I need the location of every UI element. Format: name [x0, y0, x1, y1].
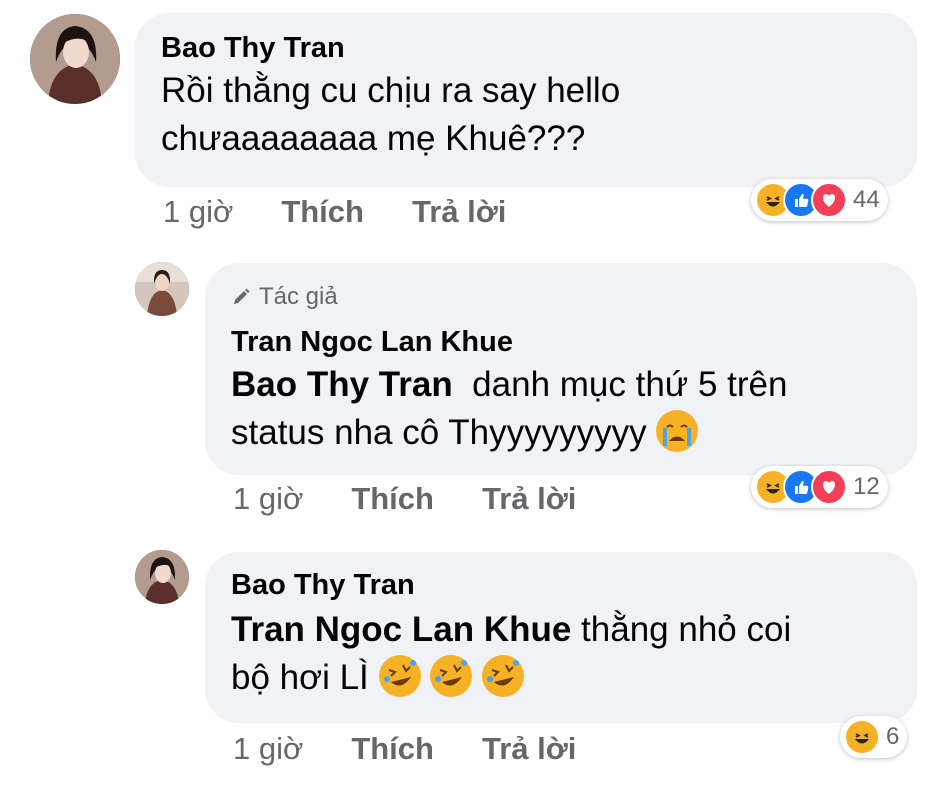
- like-button[interactable]: Thích: [351, 481, 434, 517]
- like-button[interactable]: Thích: [351, 731, 434, 767]
- comment-text: Bao Thy Tran danh mục thứ 5 trên status …: [231, 361, 891, 457]
- avatar[interactable]: [135, 550, 189, 604]
- comment-bubble: Tác giả Tran Ngoc Lan Khue Bao Thy Tran …: [205, 263, 917, 475]
- avatar-photo: [30, 14, 120, 104]
- comment-actions: 1 giờ Thích Trả lời: [233, 731, 624, 767]
- comment-text-line: Bao Thy Tran danh mục thứ 5 trên: [231, 361, 891, 409]
- mention-link[interactable]: Tran Ngoc Lan Khue: [231, 610, 571, 649]
- comment-text-line: status nha cô Thyyyyyyyyy: [231, 409, 891, 457]
- comment-text: Tran Ngoc Lan Khue thằng nhỏ coi bộ hơi …: [231, 606, 891, 702]
- reply-button[interactable]: Trả lời: [482, 481, 576, 517]
- comment-bubble: Bao Thy Tran Tran Ngoc Lan Khue thằng nh…: [205, 552, 917, 723]
- avatar[interactable]: [135, 262, 189, 316]
- reaction-summary[interactable]: 6: [840, 716, 908, 758]
- comment-text-fragment: danh mục thứ 5 trên: [472, 365, 788, 404]
- comment-text-line: chưaaaaaaaa mẹ Khuê???: [161, 119, 586, 158]
- comment-author[interactable]: Tran Ngoc Lan Khue: [231, 325, 891, 359]
- rolling-laughing-emoji-icon: [430, 654, 473, 697]
- reaction-count: 44: [853, 186, 880, 213]
- comment-timestamp[interactable]: 1 giờ: [163, 194, 233, 230]
- haha-icon: [844, 719, 880, 755]
- rolling-laughing-emoji-icon: [378, 654, 421, 697]
- comment-timestamp[interactable]: 1 giờ: [233, 481, 303, 517]
- author-badge-label: Tác giả: [259, 283, 338, 310]
- comment-text-fragment: thằng nhỏ coi: [581, 610, 792, 649]
- comment-text: Rồi thằng cu chịu ra say hello chưaaaaaa…: [161, 67, 891, 163]
- love-icon: [811, 469, 847, 505]
- reaction-count: 6: [886, 723, 900, 750]
- reaction-summary[interactable]: 44: [751, 179, 888, 221]
- avatar[interactable]: [30, 14, 120, 104]
- reply-button[interactable]: Trả lời: [412, 194, 506, 230]
- reaction-summary[interactable]: 12: [751, 466, 888, 508]
- comment-actions: 1 giờ Thích Trả lời: [163, 194, 554, 230]
- author-badge: Tác giả: [231, 283, 891, 311]
- reply-button[interactable]: Trả lời: [482, 731, 576, 767]
- comment-text-line: Tran Ngoc Lan Khue thằng nhỏ coi: [231, 606, 891, 654]
- comment-timestamp[interactable]: 1 giờ: [233, 731, 303, 767]
- rolling-laughing-emoji-icon: [481, 654, 524, 697]
- comment-bubble: Bao Thy Tran Rồi thằng cu chịu ra say he…: [135, 13, 917, 187]
- comment-author[interactable]: Bao Thy Tran: [231, 568, 891, 602]
- avatar-photo: [135, 550, 189, 604]
- like-button[interactable]: Thích: [281, 194, 364, 230]
- comment-text-line: Rồi thằng cu chịu ra say hello: [161, 71, 621, 110]
- comment-text-fragment: status nha cô Thyyyyyyyyy: [231, 413, 647, 452]
- comment-text-line: bộ hơi LÌ: [231, 654, 891, 702]
- crying-face-emoji-icon: [656, 409, 699, 452]
- comment-text-fragment: bộ hơi LÌ: [231, 658, 369, 697]
- comment-actions: 1 giờ Thích Trả lời: [233, 481, 624, 517]
- pencil-icon: [234, 288, 250, 304]
- comment-author[interactable]: Bao Thy Tran: [161, 31, 891, 65]
- reaction-count: 12: [853, 473, 880, 500]
- avatar-photo: [135, 262, 189, 316]
- love-icon: [811, 182, 847, 218]
- mention-link[interactable]: Bao Thy Tran: [231, 365, 453, 404]
